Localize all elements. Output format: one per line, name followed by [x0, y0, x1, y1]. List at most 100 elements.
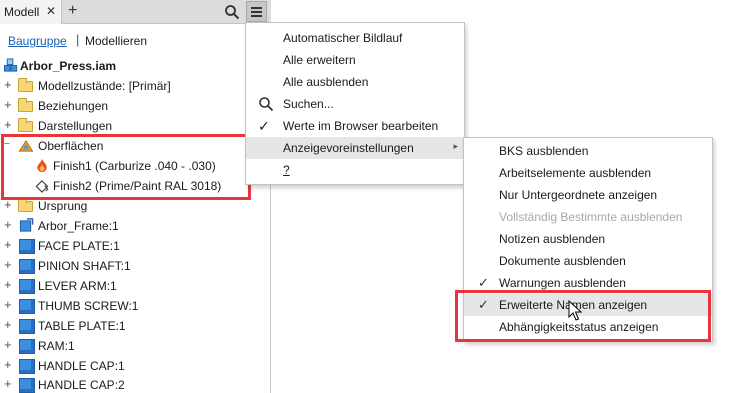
check-icon: ✓	[258, 118, 270, 134]
expand-icon[interactable]: +	[4, 118, 14, 131]
folder-icon	[18, 98, 33, 112]
expand-icon[interactable]: +	[4, 238, 14, 251]
model-states-icon	[18, 78, 33, 92]
folder-icon	[18, 118, 33, 132]
tree-node-label: Darstellungen	[38, 119, 113, 133]
check-icon: ✓	[478, 275, 489, 290]
submenu-item-hide-work-features[interactable]: Arbeitselemente ausblenden	[464, 162, 712, 184]
expand-icon[interactable]: +	[4, 218, 14, 231]
tree-node-label: THUMB SCREW:1	[38, 299, 139, 313]
submenu-item-label: BKS ausblenden	[499, 144, 589, 158]
submenu-item-show-children-only[interactable]: Nur Untergeordnete anzeigen	[464, 184, 712, 206]
assembly-icon	[3, 58, 18, 72]
submenu-item-hide-ucs[interactable]: BKS ausblenden	[464, 140, 712, 162]
menu-item-display-preferences[interactable]: Anzeigevoreinstellungen ▸	[246, 137, 464, 159]
part-grounded-icon	[19, 218, 34, 232]
mode-modeling-link[interactable]: Modellieren	[85, 34, 147, 48]
submenu-item-label: Dokumente ausblenden	[499, 254, 626, 268]
menu-item-edit-values[interactable]: ✓ Werte im Browser bearbeiten	[246, 115, 464, 137]
part-icon	[19, 299, 35, 314]
tree-node-part[interactable]: + RAM:1	[0, 336, 250, 356]
tree-node-label: Ursprung	[38, 199, 88, 213]
tree-node-part[interactable]: + Arbor_Frame:1	[0, 216, 250, 236]
part-icon	[19, 239, 35, 254]
submenu-item-hide-notes[interactable]: Notizen ausblenden	[464, 228, 712, 250]
expand-icon[interactable]: +	[4, 258, 14, 271]
close-icon[interactable]: ✕	[46, 4, 56, 18]
tree-node-label: FACE PLATE:1	[38, 239, 120, 253]
tree-node-label: LEVER ARM:1	[38, 279, 117, 293]
tree-node-label: Modellzustände: [Primär]	[38, 79, 171, 93]
menu-item-label: Automatischer Bildlauf	[283, 31, 403, 45]
surfaces-highlight-box	[1, 134, 251, 200]
tree-node-part[interactable]: + FACE PLATE:1	[0, 236, 250, 256]
part-icon	[19, 279, 35, 294]
mode-assembly-link[interactable]: Baugruppe	[8, 34, 67, 48]
tree-node-label: TABLE PLATE:1	[38, 319, 126, 333]
submenu-arrow-icon: ▸	[453, 141, 458, 151]
tree-node-relationships[interactable]: + Beziehungen	[0, 96, 250, 116]
tree-node-part[interactable]: + PINION SHAFT:1	[0, 256, 250, 276]
submenu-item-label: Warnungen ausblenden	[499, 276, 626, 290]
tree-node-part[interactable]: + HANDLE CAP:2	[0, 375, 250, 393]
tree-node-part[interactable]: + HANDLE CAP:1	[0, 356, 250, 376]
browser-options-menu: Automatischer Bildlauf Alle erweitern Al…	[245, 22, 465, 185]
menu-item-collapse-all[interactable]: Alle ausblenden	[246, 71, 464, 93]
tab-model-label: Modell	[4, 5, 40, 19]
expand-icon[interactable]: +	[4, 78, 14, 91]
search-icon	[259, 97, 274, 112]
tree-node-label: PINION SHAFT:1	[38, 259, 131, 273]
menu-item-search[interactable]: Suchen...	[246, 93, 464, 115]
tab-model[interactable]: Modell ✕	[0, 0, 62, 24]
expand-icon[interactable]: +	[4, 358, 14, 371]
hamburger-menu-icon[interactable]	[246, 1, 267, 22]
mouse-cursor-icon	[568, 300, 582, 321]
tree-node-label: RAM:1	[38, 339, 75, 353]
submenu-item-label: Arbeitselemente ausblenden	[499, 166, 652, 180]
expand-icon[interactable]: +	[4, 98, 14, 111]
menu-item-label: Anzeigevoreinstellungen	[283, 141, 414, 155]
tree-node-part[interactable]: + LEVER ARM:1	[0, 276, 250, 296]
tree-node-label: Beziehungen	[38, 99, 109, 113]
menu-item-auto-scroll[interactable]: Automatischer Bildlauf	[246, 27, 464, 49]
tree-node-part[interactable]: + TABLE PLATE:1	[0, 316, 250, 336]
expand-icon[interactable]: +	[4, 377, 14, 390]
part-icon	[19, 378, 35, 393]
submenu-item-label: Nur Untergeordnete anzeigen	[499, 188, 658, 202]
menu-item-label: Werte im Browser bearbeiten	[283, 119, 439, 133]
model-browser-panel: Modell ✕ + Baugruppe | Modellieren Arbor…	[0, 0, 271, 393]
part-icon	[19, 319, 35, 334]
tree-node-label: Arbor_Frame:1	[38, 219, 119, 233]
expand-icon[interactable]: +	[4, 318, 14, 331]
menu-item-label: Suchen...	[283, 97, 334, 111]
submenu-item-label: Notizen ausblenden	[499, 232, 606, 246]
tree-node-model-states[interactable]: + Modellzustände: [Primär]	[0, 76, 250, 96]
mode-separator: |	[76, 32, 80, 47]
part-icon	[19, 359, 35, 374]
submenu-item-label: Vollständig Bestimmte ausblenden	[499, 210, 683, 224]
expand-icon[interactable]: +	[4, 198, 14, 211]
submenu-item-hide-fully-constrained: Vollständig Bestimmte ausblenden	[464, 206, 712, 228]
tree-node-part[interactable]: + THUMB SCREW:1	[0, 296, 250, 316]
tree-node-representations[interactable]: + Darstellungen	[0, 116, 250, 136]
browser-tab-bar: Modell ✕ +	[0, 0, 271, 24]
browser-mode-bar: Baugruppe | Modellieren	[0, 30, 271, 52]
extended-names-highlight-box	[455, 290, 711, 342]
part-icon	[19, 339, 35, 354]
expand-icon[interactable]: +	[4, 338, 14, 351]
expand-icon[interactable]: +	[4, 278, 14, 291]
tree-root-label: Arbor_Press.iam	[20, 59, 117, 73]
tree-node-label: HANDLE CAP:2	[38, 378, 125, 392]
search-icon[interactable]	[224, 4, 240, 20]
menu-item-expand-all[interactable]: Alle erweitern	[246, 49, 464, 71]
tree-root[interactable]: Arbor_Press.iam	[0, 56, 250, 76]
menu-item-label: Alle erweitern	[283, 53, 356, 67]
add-tab-icon[interactable]: +	[68, 2, 77, 20]
expand-icon[interactable]: +	[4, 298, 14, 311]
menu-item-label: Alle ausblenden	[283, 75, 369, 89]
part-icon	[19, 259, 35, 274]
menu-item-help[interactable]: ?	[246, 159, 464, 181]
folder-icon	[18, 198, 33, 212]
submenu-item-hide-documents[interactable]: Dokumente ausblenden	[464, 250, 712, 272]
menu-item-label: ?	[283, 163, 290, 177]
